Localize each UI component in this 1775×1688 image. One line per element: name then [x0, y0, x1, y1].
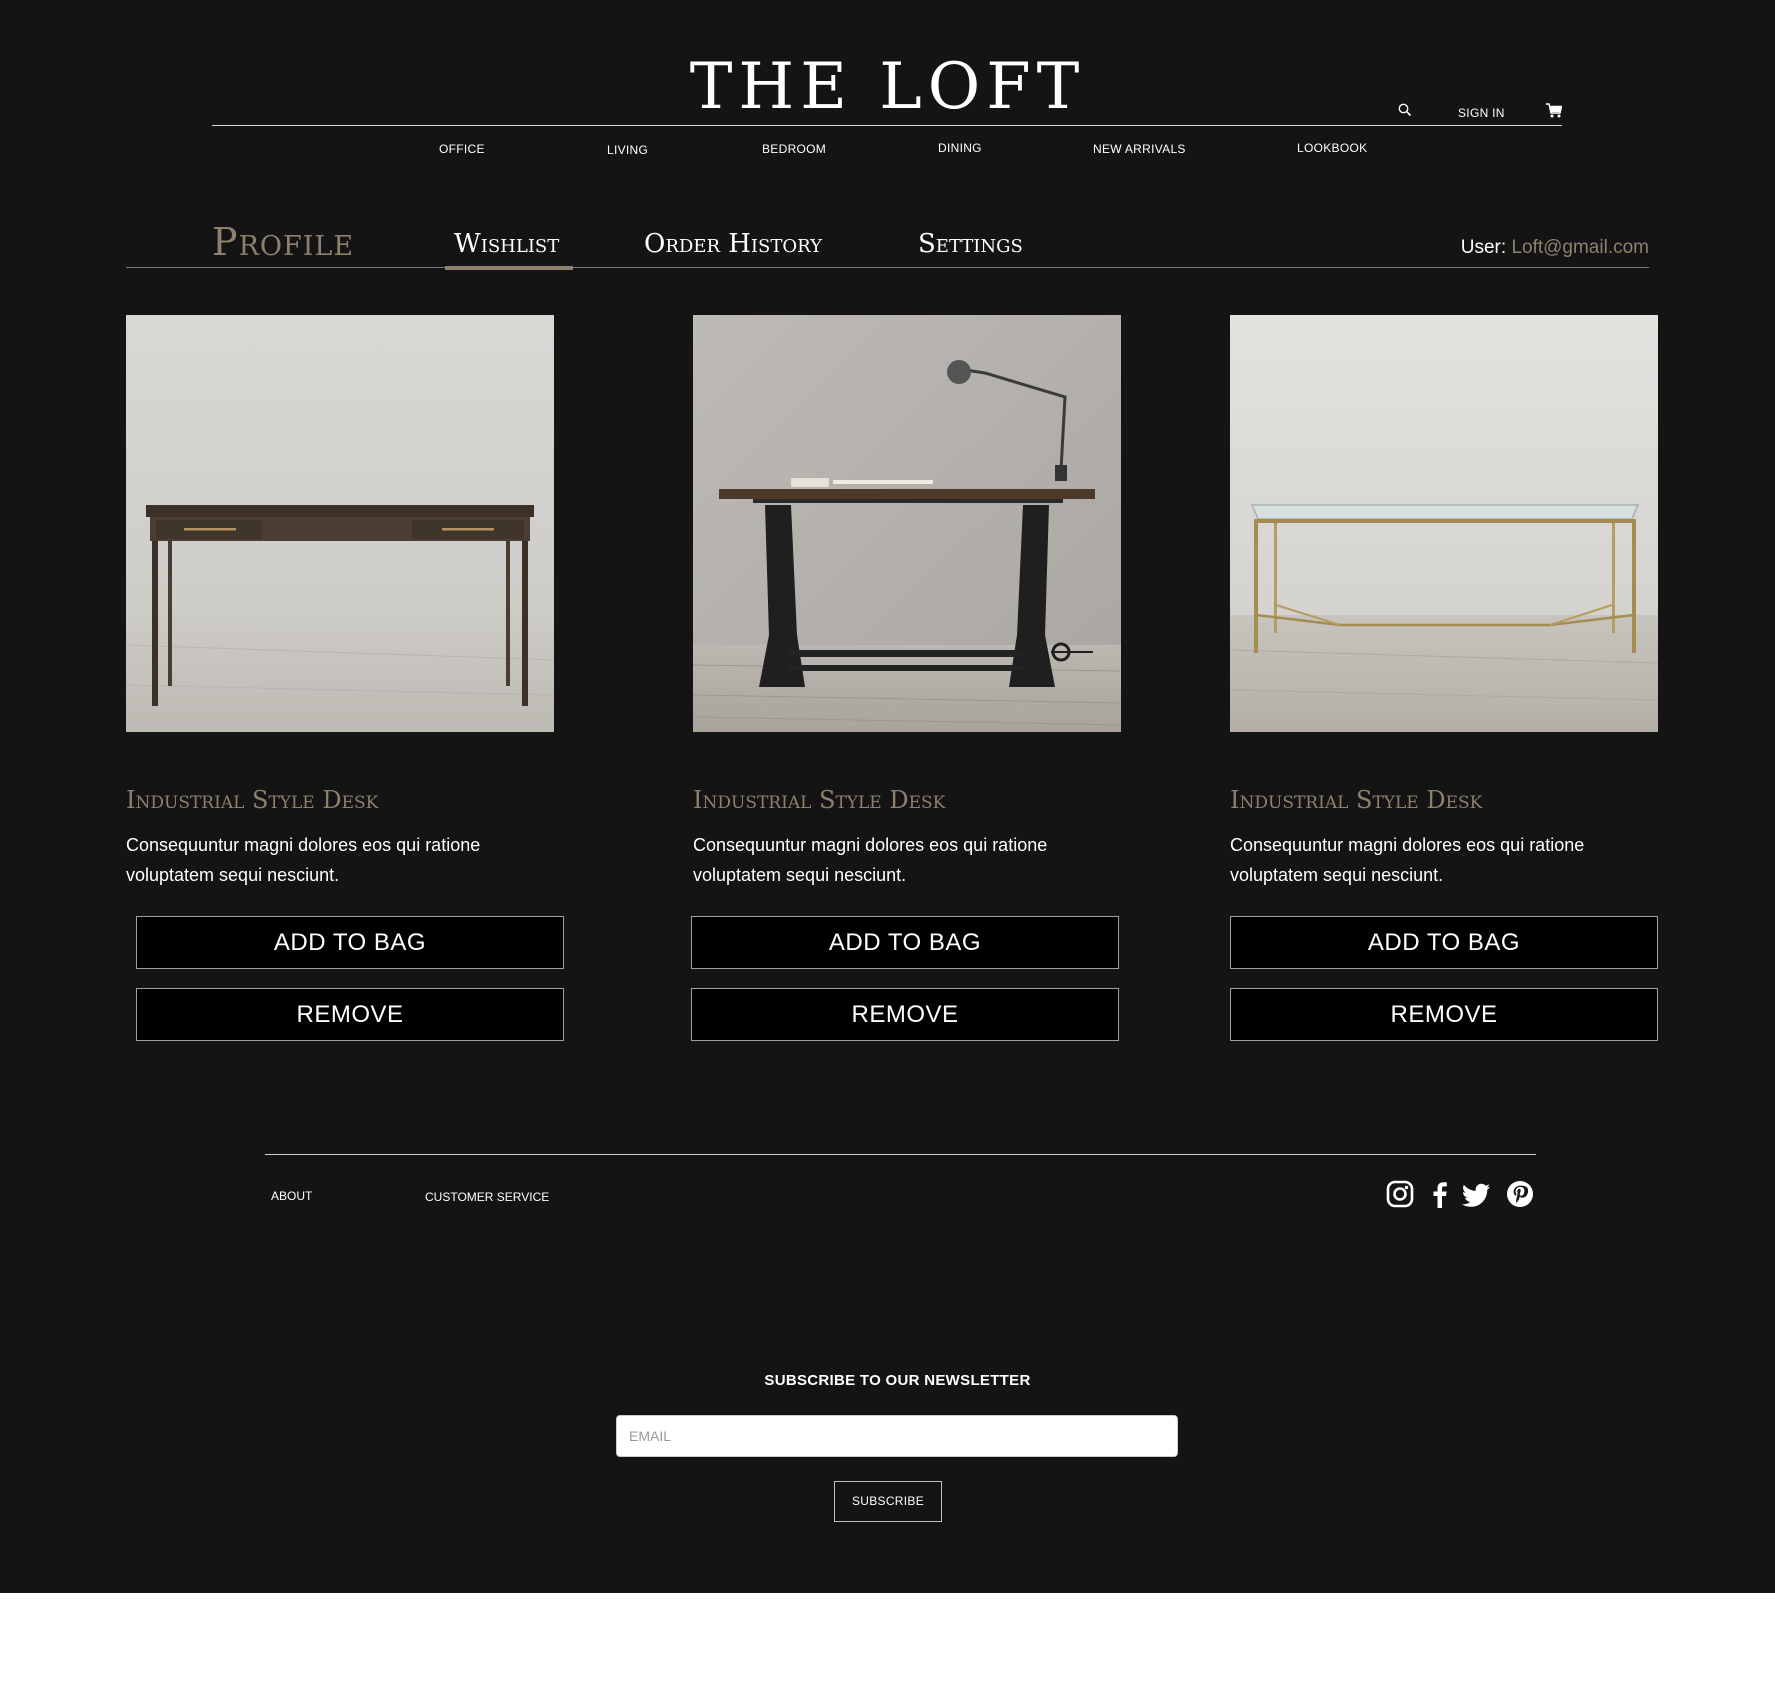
- active-tab-indicator: [445, 266, 573, 270]
- nav-item-living[interactable]: LIVING: [607, 143, 648, 157]
- product-description: Consequuntur magni dolores eos qui ratio…: [693, 835, 1048, 885]
- product-image-glass-desk[interactable]: [1230, 315, 1658, 732]
- pinterest-icon[interactable]: [1506, 1180, 1534, 1208]
- instagram-icon[interactable]: [1386, 1180, 1414, 1208]
- add-to-bag-button[interactable]: ADD TO BAG: [1230, 916, 1658, 969]
- tab-order-history[interactable]: Order History: [644, 229, 822, 259]
- footer-link-customer-service[interactable]: CUSTOMER SERVICE: [425, 1190, 549, 1204]
- product-title[interactable]: Industrial Style Desk: [126, 786, 378, 814]
- nav-item-bedroom[interactable]: BEDROOM: [762, 142, 826, 156]
- product-title[interactable]: Industrial Style Desk: [693, 786, 945, 814]
- sign-in-link[interactable]: SIGN IN: [1458, 106, 1505, 120]
- footer-link-about[interactable]: ABOUT: [271, 1189, 312, 1203]
- footer-divider: [265, 1154, 1536, 1155]
- remove-button[interactable]: REMOVE: [691, 988, 1119, 1041]
- twitter-icon[interactable]: [1462, 1180, 1490, 1208]
- shopping-cart-icon[interactable]: [1546, 103, 1563, 118]
- subscribe-button[interactable]: SUBSCRIBE: [834, 1481, 942, 1522]
- tab-profile[interactable]: Profile: [212, 220, 354, 264]
- tab-wishlist[interactable]: Wishlist: [454, 229, 559, 259]
- product-title[interactable]: Industrial Style Desk: [1230, 786, 1482, 814]
- product-description: Consequuntur magni dolores eos qui ratio…: [1230, 835, 1585, 885]
- nav-item-new-arrivals[interactable]: NEW ARRIVALS: [1093, 142, 1186, 156]
- tab-settings[interactable]: Settings: [918, 229, 1023, 259]
- product-image-drafting-desk[interactable]: [693, 315, 1121, 732]
- search-icon[interactable]: [1398, 103, 1412, 117]
- facebook-icon[interactable]: [1426, 1180, 1454, 1208]
- newsletter-heading: SUBSCRIBE TO OUR NEWSLETTER: [764, 1372, 1031, 1389]
- add-to-bag-button[interactable]: ADD TO BAG: [136, 916, 564, 969]
- product-description: Consequuntur magni dolores eos qui ratio…: [126, 835, 481, 885]
- user-label: User:: [1460, 237, 1507, 258]
- nav-item-lookbook[interactable]: LOOKBOOK: [1297, 141, 1367, 155]
- remove-button[interactable]: REMOVE: [136, 988, 564, 1041]
- nav-item-dining[interactable]: DINING: [938, 141, 982, 155]
- page-body: THE LOFT SIGN IN OFFICE LIVING BEDROOM D…: [0, 0, 1775, 1593]
- remove-button[interactable]: REMOVE: [1230, 988, 1658, 1041]
- nav-item-office[interactable]: OFFICE: [439, 142, 485, 156]
- add-to-bag-button[interactable]: ADD TO BAG: [691, 916, 1119, 969]
- product-image-wood-desk[interactable]: [126, 315, 554, 732]
- header-divider: [212, 125, 1562, 126]
- user-email: Loft@gmail.com: [1511, 237, 1649, 258]
- newsletter-email-input[interactable]: [616, 1415, 1178, 1457]
- user-info: User: Loft@gmail.com: [1461, 237, 1649, 259]
- site-logo[interactable]: THE LOFT: [0, 52, 1775, 122]
- tabs-divider: [126, 267, 1649, 268]
